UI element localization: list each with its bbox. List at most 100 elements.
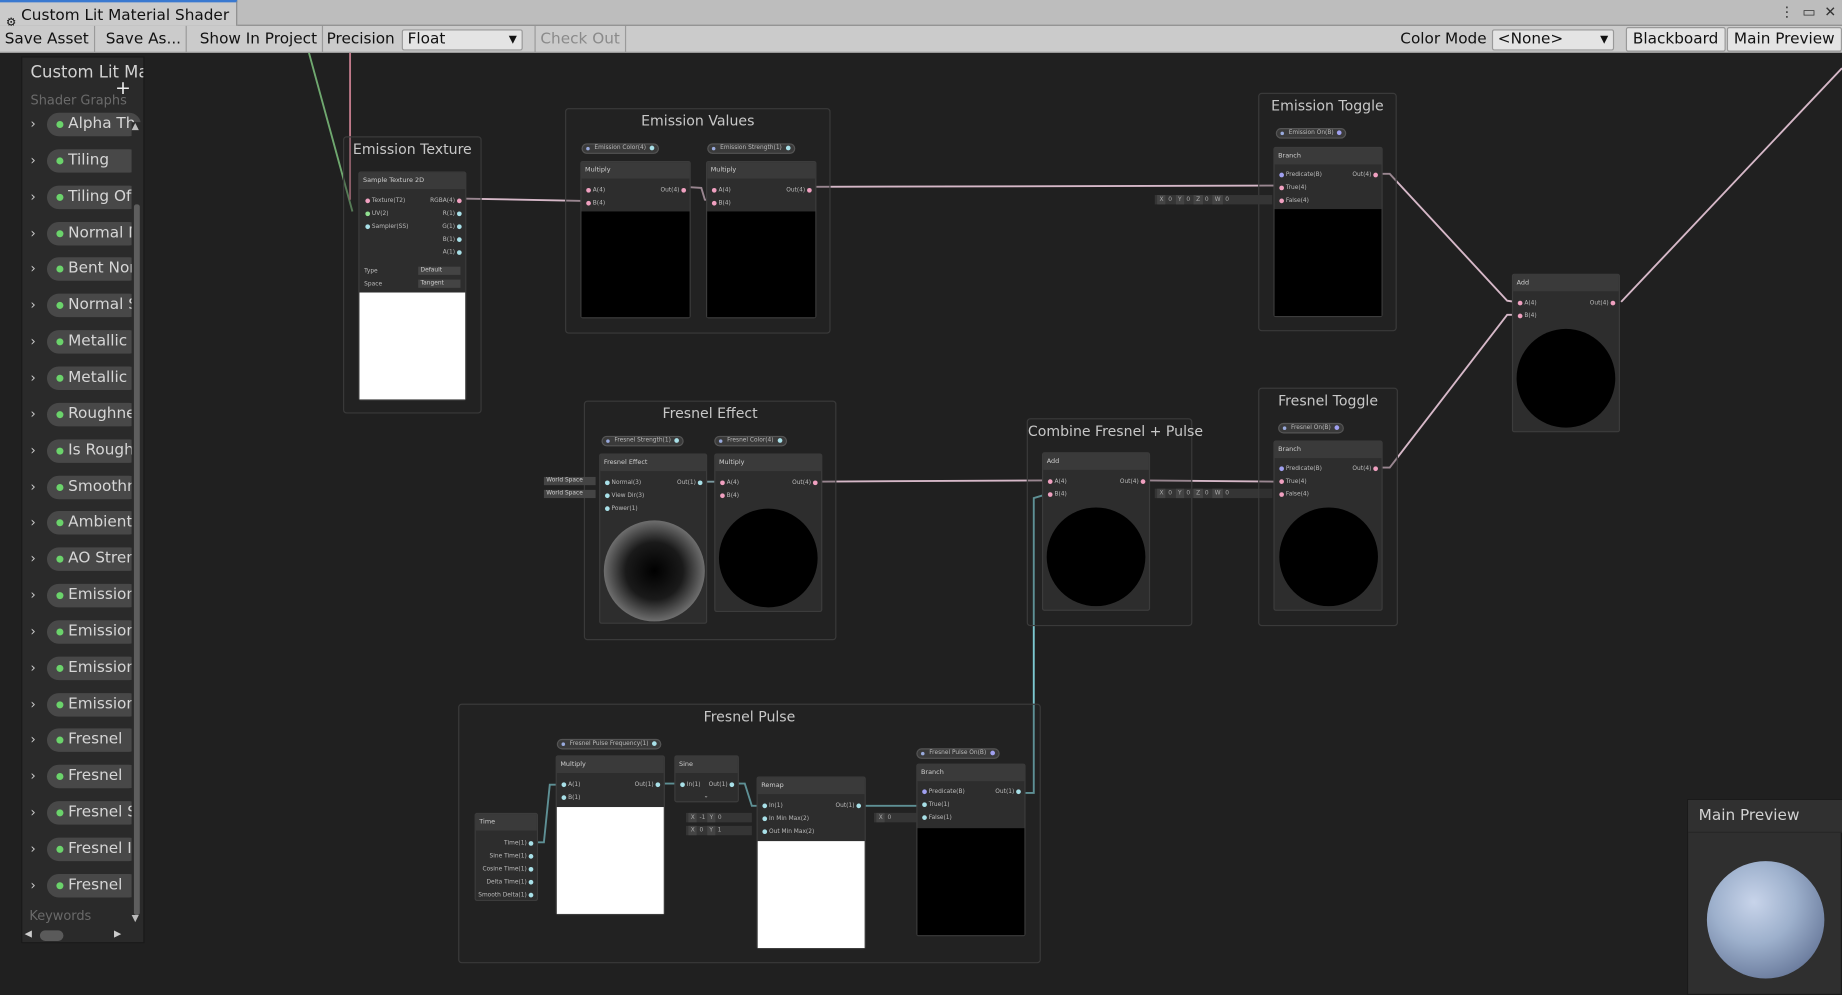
false-default-vector[interactable]: X0 Y0 Z0 W0 bbox=[1154, 488, 1273, 499]
chevron-right-icon[interactable]: › bbox=[31, 116, 36, 131]
chevron-right-icon[interactable]: › bbox=[31, 587, 36, 602]
property-pill[interactable]: Roughne bbox=[46, 402, 141, 427]
chevron-right-icon[interactable]: › bbox=[31, 696, 36, 711]
property-pill[interactable]: Tiling Of bbox=[46, 185, 141, 209]
blackboard-property-item[interactable]: › Metallic bbox=[28, 329, 141, 355]
fresnel-effect-node[interactable]: Fresnel Effect Normal(3) View Dir(3) Pow… bbox=[599, 453, 708, 624]
property-pill[interactable]: Smoothn bbox=[46, 475, 141, 499]
fresnel-pulse-on-property[interactable]: Fresnel Pulse On(B) bbox=[916, 748, 1000, 759]
property-pill[interactable]: Fresnel bbox=[46, 765, 141, 789]
blackboard-property-item[interactable]: › Fresnel bbox=[28, 764, 141, 790]
scroll-right-icon[interactable]: ▶ bbox=[114, 928, 121, 939]
chevron-right-icon[interactable]: › bbox=[31, 334, 36, 349]
chevron-right-icon[interactable]: › bbox=[31, 225, 36, 240]
chevron-right-icon[interactable]: › bbox=[31, 769, 36, 784]
false-default-field[interactable]: X0 bbox=[874, 812, 917, 823]
scrollbar-thumb[interactable] bbox=[39, 930, 64, 941]
add-node[interactable]: Add A(4) B(4) Out(4) bbox=[1041, 452, 1151, 611]
out-min-max-field[interactable]: X0 Y1 bbox=[686, 825, 752, 836]
chevron-right-icon[interactable]: › bbox=[31, 877, 36, 892]
blackboard-property-item[interactable]: › Metallic bbox=[28, 365, 141, 391]
multiply-node[interactable]: Multiply A(4) B(4) Out(4) bbox=[714, 453, 823, 613]
multiply-node[interactable]: Multiply A(4) B(4) Out(4) bbox=[706, 160, 817, 319]
remap-node[interactable]: Remap In(1) In Min Max(2) Out Min Max(2)… bbox=[756, 776, 866, 950]
chevron-right-icon[interactable]: › bbox=[31, 515, 36, 530]
blackboard-property-item[interactable]: › Fresnel bbox=[28, 728, 141, 754]
property-pill[interactable]: Emission bbox=[46, 583, 141, 608]
fresnel-strength-property[interactable]: Fresnel Strength(1) bbox=[601, 435, 684, 447]
property-pill[interactable]: Fresnel I bbox=[46, 837, 141, 862]
property-pill[interactable]: Normal S bbox=[46, 293, 141, 318]
main-preview-panel[interactable]: Main Preview bbox=[1686, 798, 1842, 995]
blackboard-property-item[interactable]: › Normal S bbox=[28, 293, 141, 319]
chevron-right-icon[interactable]: › bbox=[31, 261, 36, 276]
chevron-right-icon[interactable]: › bbox=[31, 442, 36, 457]
chevron-right-icon[interactable]: › bbox=[31, 732, 36, 747]
property-pill[interactable]: Emission bbox=[46, 656, 141, 680]
multiply-node[interactable]: Multiply A(4) B(4) Out(4) bbox=[580, 160, 691, 319]
chevron-right-icon[interactable]: › bbox=[31, 624, 36, 639]
emission-on-property[interactable]: Emission On(B) bbox=[1275, 128, 1347, 139]
branch-node[interactable]: Branch Predicate(B) True(4) False(4) Out… bbox=[1273, 146, 1383, 318]
blackboard-property-item[interactable]: › Is Rough bbox=[28, 438, 141, 464]
normal-space-dropdown[interactable]: World Space bbox=[543, 476, 596, 486]
emission-color-property[interactable]: Emission Color(4) bbox=[581, 143, 660, 154]
chevron-right-icon[interactable]: › bbox=[31, 841, 36, 856]
chevron-right-icon[interactable]: › bbox=[31, 805, 36, 820]
property-pill[interactable]: Is Rough bbox=[46, 438, 141, 463]
blackboard-property-item[interactable]: › Tiling Of bbox=[28, 184, 141, 210]
blackboard-property-item[interactable]: › Fresnel I bbox=[28, 836, 141, 862]
blackboard-property-item[interactable]: › Roughne bbox=[28, 402, 141, 428]
keywords-section[interactable]: Keywords bbox=[29, 908, 91, 923]
chevron-right-icon[interactable]: › bbox=[31, 153, 36, 168]
property-pill[interactable]: Metallic bbox=[46, 366, 141, 390]
blackboard-property-item[interactable]: › Emission bbox=[28, 583, 141, 609]
scroll-left-icon[interactable]: ◀ bbox=[25, 928, 32, 939]
branch-node[interactable]: Branch Predicate(B) True(1) False(1) Out… bbox=[916, 763, 1026, 937]
add-node[interactable]: Add A(4) B(4) Out(4) bbox=[1511, 273, 1620, 433]
blackboard-property-item[interactable]: › Ambient bbox=[28, 510, 141, 536]
blackboard-property-item[interactable]: › Fresnel S bbox=[28, 800, 141, 826]
blackboard-property-item[interactable]: › Smoothn bbox=[28, 474, 141, 500]
chevron-right-icon[interactable]: › bbox=[31, 479, 36, 494]
preview-sphere[interactable] bbox=[1706, 861, 1825, 979]
blackboard-property-item[interactable]: › Tiling bbox=[28, 148, 141, 174]
sample-texture-node[interactable]: Sample Texture 2D Texture(T2) UV(2) Samp… bbox=[358, 171, 467, 401]
false-default-vector[interactable]: X0 Y0 Z0 W0 bbox=[1154, 195, 1273, 205]
chevron-right-icon[interactable]: › bbox=[31, 189, 36, 204]
chevron-right-icon[interactable]: › bbox=[31, 660, 36, 675]
blackboard-property-item[interactable]: › Fresnel bbox=[28, 873, 141, 899]
fresnel-on-property[interactable]: Fresnel On(B) bbox=[1278, 422, 1344, 434]
viewdir-space-dropdown[interactable]: World Space bbox=[543, 489, 596, 499]
multiply-node[interactable]: Multiply A(1) B(1) Out(1) bbox=[555, 755, 665, 916]
blackboard-property-item[interactable]: › Emission bbox=[28, 691, 141, 717]
chevron-down-icon[interactable]: ⌄ bbox=[704, 793, 709, 800]
time-node[interactable]: Time Time(1) Sine Time(1) Cosine Time(1)… bbox=[474, 812, 539, 902]
blackboard-property-item[interactable]: › Emission bbox=[28, 655, 141, 681]
blackboard-property-item[interactable]: › AO Stren bbox=[28, 546, 141, 572]
chevron-right-icon[interactable]: › bbox=[31, 298, 36, 313]
property-pill[interactable]: Bent Nor bbox=[46, 257, 141, 282]
property-pill[interactable]: Normal M bbox=[46, 221, 141, 245]
property-pill[interactable]: Emission bbox=[46, 692, 141, 717]
property-pill[interactable]: Ambient bbox=[46, 511, 141, 535]
property-pill[interactable]: Alpha Th bbox=[46, 112, 141, 137]
property-pill[interactable]: Emission bbox=[46, 620, 141, 644]
scroll-down-icon[interactable]: ▼ bbox=[132, 913, 139, 924]
property-pill[interactable]: Metallic bbox=[46, 330, 141, 354]
fresnel-color-property[interactable]: Fresnel Color(4) bbox=[714, 435, 787, 447]
fresnel-pulse-frequency-property[interactable]: Fresnel Pulse Frequency(1) bbox=[556, 738, 662, 750]
space-dropdown[interactable]: Tangent bbox=[418, 279, 461, 288]
property-pill[interactable]: Fresnel S bbox=[46, 801, 141, 825]
blackboard-property-item[interactable]: › Emission bbox=[28, 619, 141, 645]
type-dropdown[interactable]: Default bbox=[418, 266, 461, 275]
in-min-max-field[interactable]: X -1 Y0 bbox=[686, 812, 752, 823]
horizontal-scrollbar[interactable]: ◀ ▶ bbox=[21, 928, 127, 942]
property-pill[interactable]: Tiling bbox=[46, 149, 141, 173]
branch-node[interactable]: Branch Predicate(B) True(4) False(4) Out… bbox=[1273, 440, 1383, 611]
blackboard-property-item[interactable]: › Alpha Th bbox=[28, 112, 141, 138]
blackboard-property-item[interactable]: › Normal M bbox=[28, 220, 141, 246]
property-pill[interactable]: Fresnel bbox=[46, 873, 141, 898]
property-pill[interactable]: AO Stren bbox=[46, 547, 141, 572]
scrollbar-thumb[interactable] bbox=[133, 204, 140, 916]
